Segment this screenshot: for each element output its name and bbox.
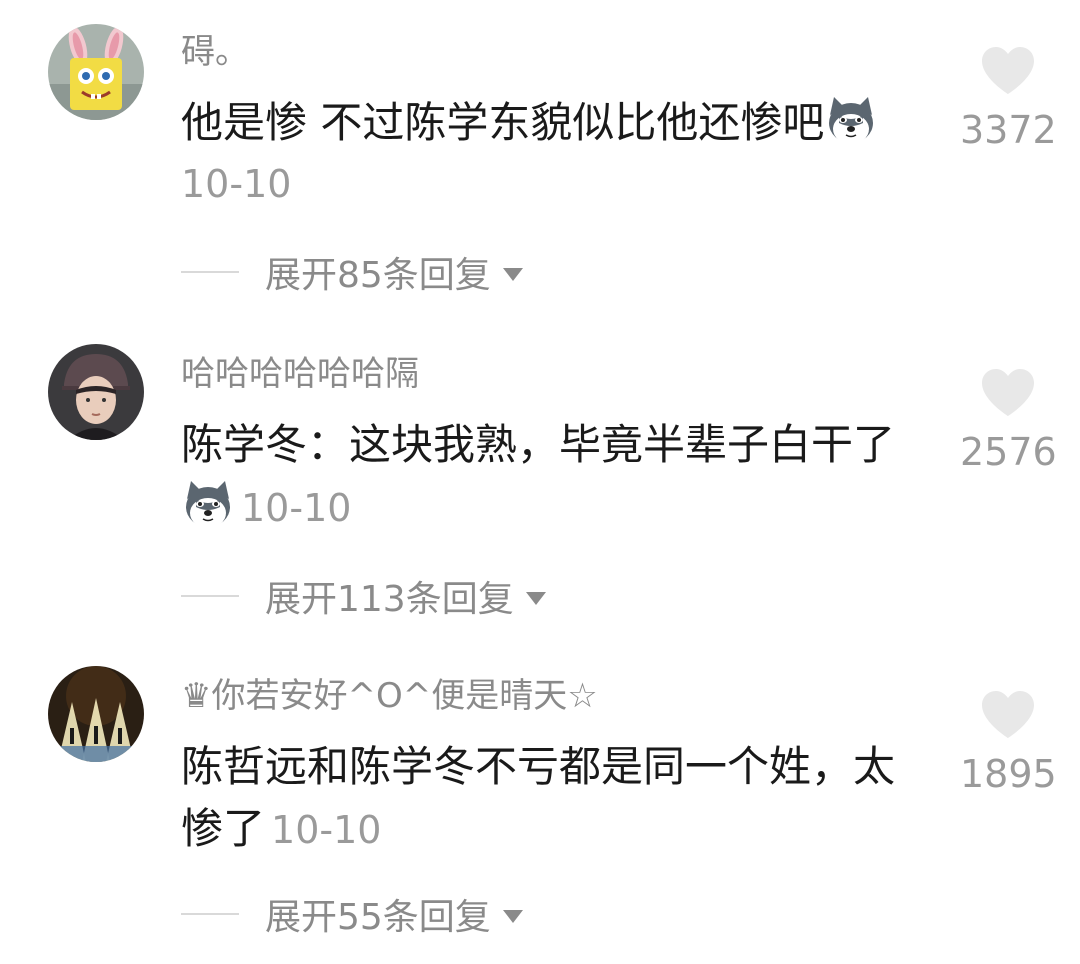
comment-date: 10-10 [241,486,352,530]
avatar[interactable] [48,344,144,440]
divider [181,271,239,273]
comment-text: 他是惨 不过陈学东貌似比他还惨吧 [181,92,941,154]
heart-icon [982,369,1034,416]
avatar[interactable] [48,666,144,762]
expand-replies-button[interactable]: 展开113条回复 [181,574,546,620]
expand-replies-button[interactable]: 展开85条回复 [181,250,523,296]
like-count: 3372 [960,108,1057,152]
comment-text-content: 陈学冬：这块我熟，毕竟半辈子白干了 [181,420,896,469]
comment-date: 10-10 [271,808,382,852]
like-button[interactable]: 3372 [960,46,1057,152]
divider [181,913,239,915]
caret-down-icon [502,267,523,281]
expand-replies-button[interactable]: 展开55条回复 [181,892,523,938]
avatar[interactable] [48,24,144,120]
divider [181,595,239,597]
expand-replies-label: 展开113条回复 [265,579,514,620]
like-button[interactable]: 1895 [960,690,1057,796]
expand-replies-label: 展开85条回复 [265,255,491,296]
comment-text: 陈哲远和陈学冬不亏都是同一个姓，太惨了 10-10 [181,736,901,861]
caret-down-icon [525,591,546,605]
stage-lights-avatar-icon [48,666,144,762]
username[interactable]: 哈哈哈哈哈哈隔 [181,354,419,394]
caret-down-icon [502,909,523,923]
comment-text-content: 他是惨 不过陈学东貌似比他还惨吧 [181,98,825,147]
comment-text: 陈学冬：这块我熟，毕竟半辈子白干了 10-10 [181,414,911,539]
young-man-avatar-icon [48,344,144,440]
username[interactable]: 碍。 [181,32,249,72]
like-count: 1895 [960,752,1057,796]
husky-emoji-icon [829,97,874,144]
expand-replies-label: 展开55条回复 [265,897,491,938]
username[interactable]: ♛你若安好^O^便是晴天☆ [181,676,598,716]
comment-date: 10-10 [181,162,292,206]
like-count: 2576 [960,430,1057,474]
like-button[interactable]: 2576 [960,368,1057,474]
heart-icon [982,47,1034,94]
spongebob-avatar-icon [48,24,144,120]
husky-emoji-icon [186,481,230,528]
heart-icon [982,691,1034,738]
